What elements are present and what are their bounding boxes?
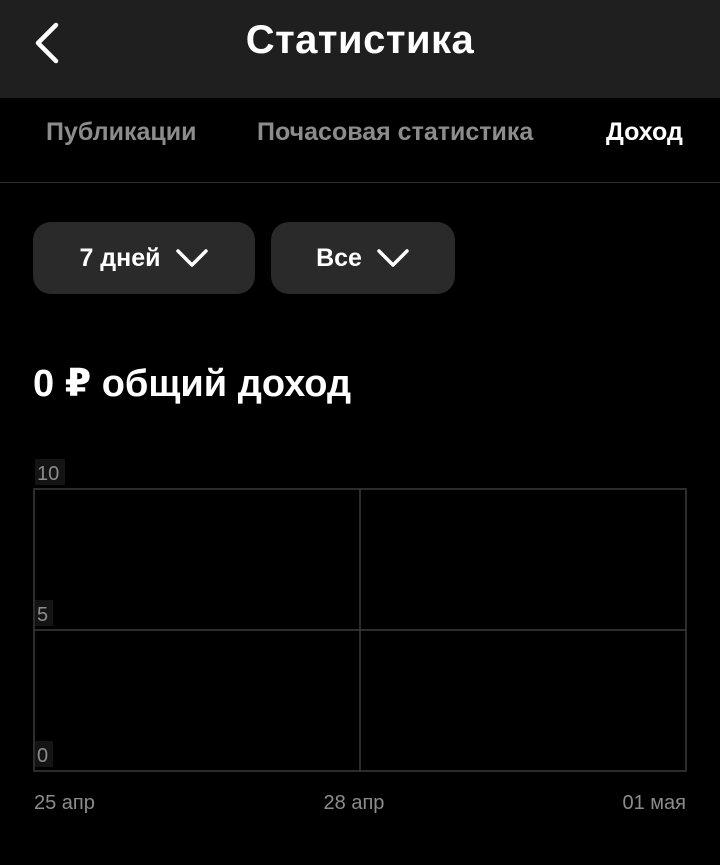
type-dropdown-label: Все xyxy=(316,244,362,272)
chart-y-tick-label: 5 xyxy=(37,604,48,626)
type-dropdown[interactable]: Все xyxy=(271,222,455,294)
tab-publications[interactable]: Публикации xyxy=(46,115,196,149)
tab-bar: Публикации Почасовая статистика Доход xyxy=(0,98,720,183)
total-income: 0 ₽ общий доход xyxy=(33,363,352,405)
chart-x-tick-label: 25 апр xyxy=(34,792,95,814)
period-dropdown-label: 7 дней xyxy=(79,244,161,272)
page-title: Статистика xyxy=(245,18,475,62)
chart-x-tick-label: 01 мая xyxy=(622,792,686,814)
chevron-down-icon xyxy=(377,249,409,267)
tab-income[interactable]: Доход xyxy=(606,115,683,149)
back-button[interactable] xyxy=(22,18,72,68)
chevron-left-icon xyxy=(35,22,59,64)
chevron-down-icon xyxy=(175,249,208,267)
period-dropdown[interactable]: 7 дней xyxy=(33,222,255,294)
app-header: Статистика xyxy=(0,0,720,98)
chart-x-tick-label: 28 апр xyxy=(324,792,385,814)
income-chart: 10 5 0 25 апр 28 апр 01 мая xyxy=(33,459,687,814)
tab-hourly-stats[interactable]: Почасовая статистика xyxy=(257,115,533,149)
chart-y-tick-label: 10 xyxy=(37,463,59,485)
chart-y-tick-label: 0 xyxy=(37,745,48,767)
